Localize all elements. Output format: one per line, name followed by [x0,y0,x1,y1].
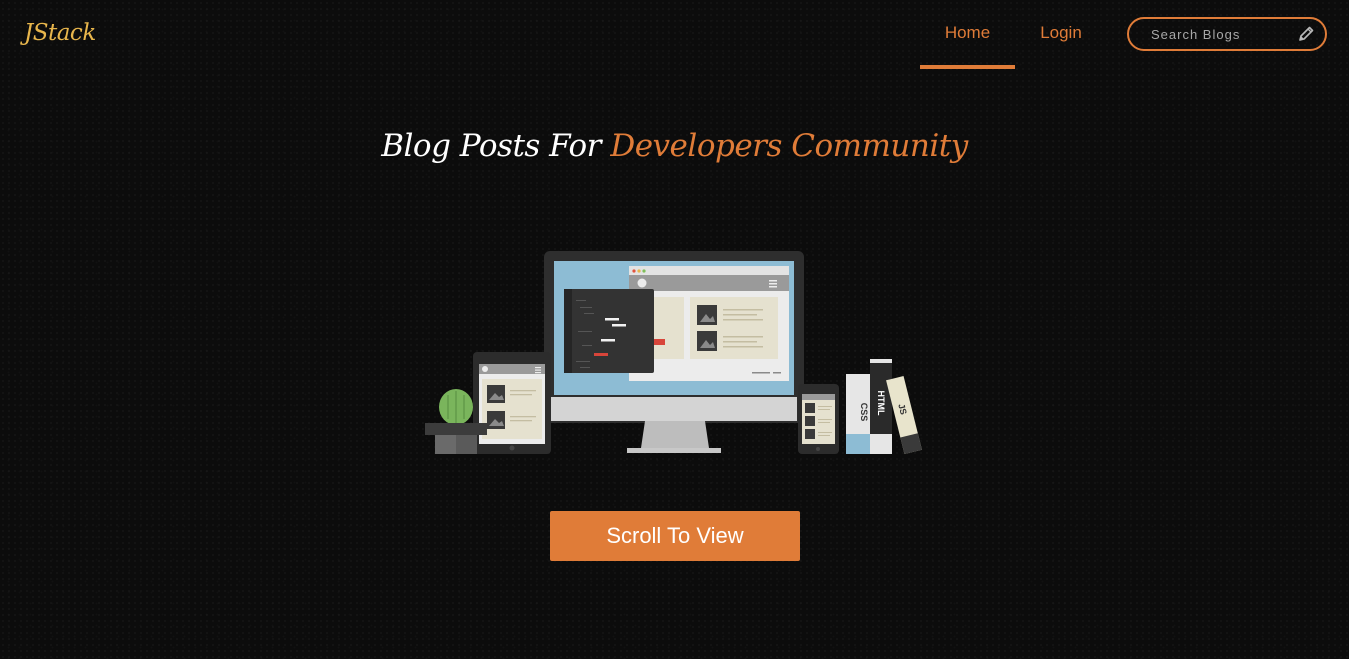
hero-headline: Blog Posts For Developers Community [0,128,1349,164]
nav-item-home[interactable]: Home [920,0,1015,69]
pencil-icon[interactable] [1297,25,1315,43]
brand-logo[interactable]: JStack [24,20,96,46]
phone-illustration [798,384,839,454]
book-label-html: HTML [876,391,886,416]
book-label-css: CSS [859,403,869,422]
scroll-to-view-button[interactable]: Scroll To View [550,511,800,561]
monitor-illustration [544,251,804,453]
devices-illustration: CSS HTML JS [425,251,922,455]
search-input[interactable] [1149,25,1303,43]
headline-part-2: Developers Community [610,128,968,164]
tablet-illustration [473,352,551,454]
books-illustration: CSS HTML JS [846,359,922,455]
main-nav: Home Login [920,0,1107,69]
search-box [1127,17,1327,51]
headline-part-1: Blog Posts For [381,128,601,164]
nav-item-login[interactable]: Login [1015,0,1107,69]
